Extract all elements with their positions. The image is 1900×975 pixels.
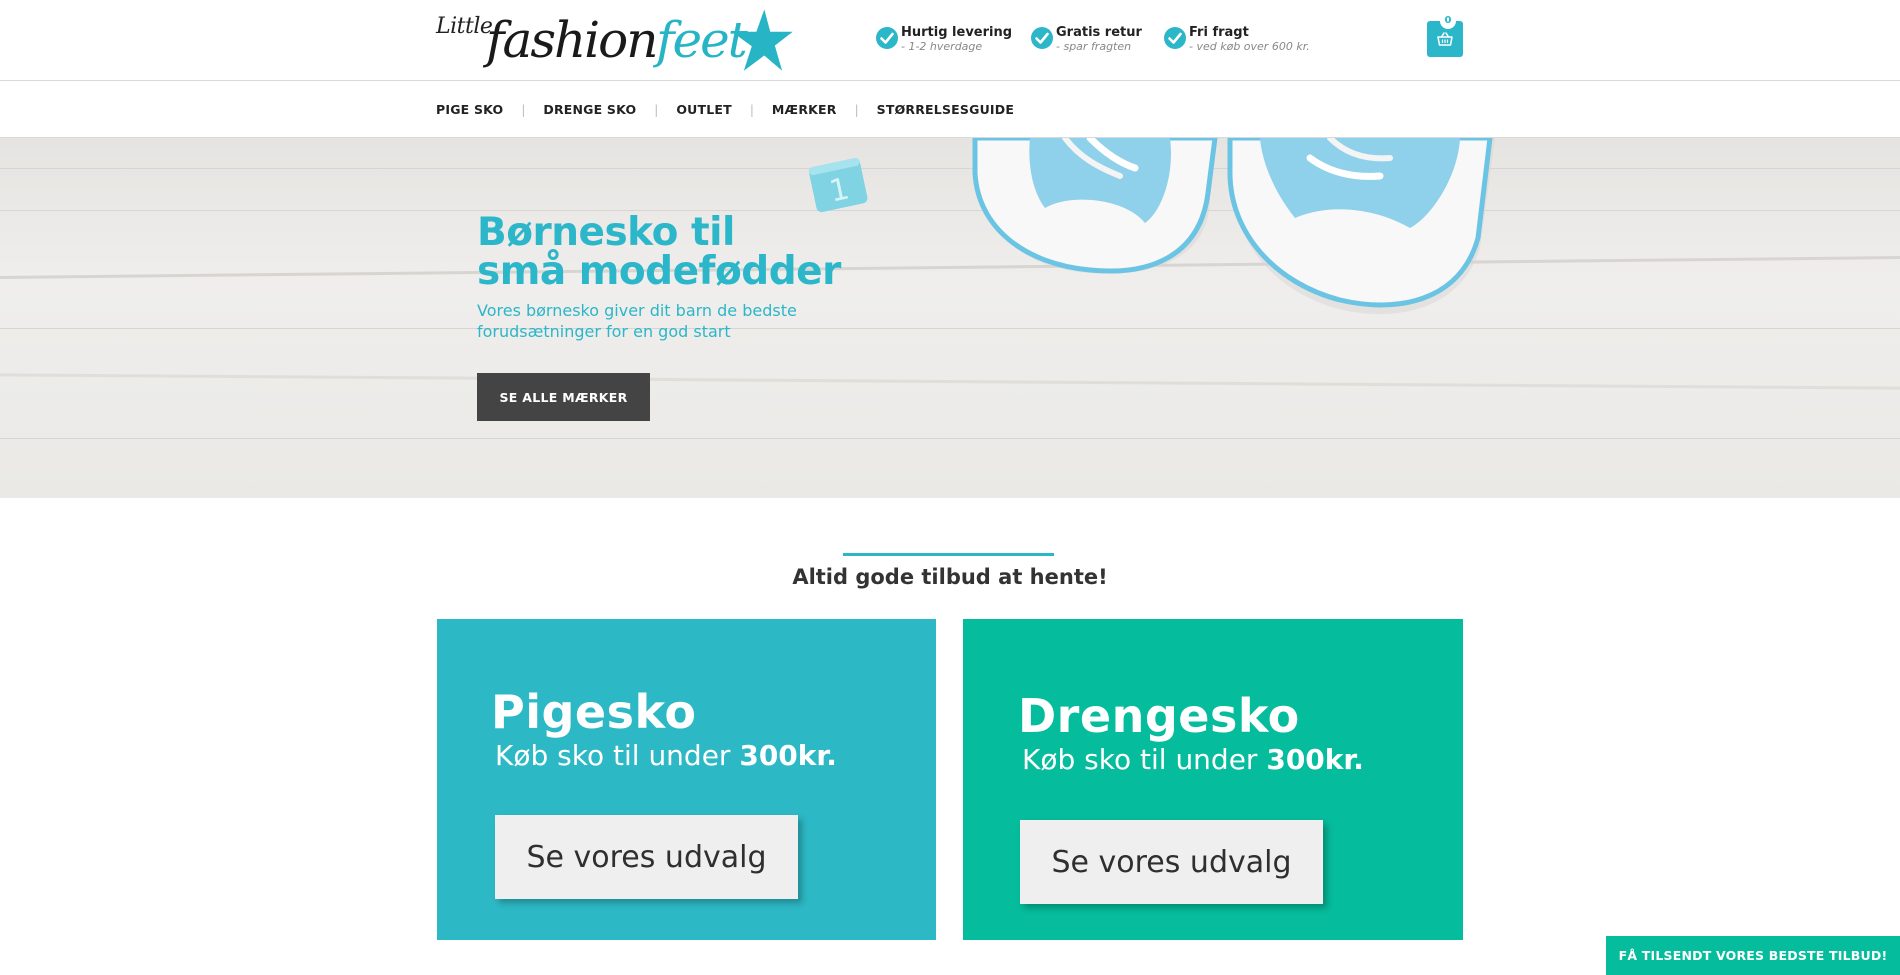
check-circle-icon bbox=[1164, 27, 1186, 49]
see-selection-button[interactable]: Se vores udvalg bbox=[1020, 820, 1323, 904]
right-shoe bbox=[1227, 138, 1495, 315]
nav-item-pige-sko[interactable]: PIGE SKO bbox=[436, 102, 503, 117]
usp-title: Fri fragt bbox=[1189, 25, 1249, 40]
logo[interactable]: Little fashion feet bbox=[436, 6, 796, 74]
nav-separator: | bbox=[854, 102, 859, 117]
section-divider-line bbox=[843, 553, 1054, 556]
hero-subtitle: Vores børnesko giver dit barn de bedste … bbox=[477, 301, 797, 341]
baby-shoes-image: 1 bbox=[808, 138, 1495, 315]
left-shoe bbox=[972, 138, 1218, 274]
promo-subtitle: Køb sko til under 300kr. bbox=[495, 739, 837, 772]
check-circle-icon bbox=[1031, 27, 1053, 49]
promo-title: Pigesko bbox=[491, 685, 697, 739]
nav-item-drenge-sko[interactable]: DRENGE SKO bbox=[543, 102, 636, 117]
logo-fashion-text: fashion bbox=[486, 11, 658, 69]
nav-list: PIGE SKO | DRENGE SKO | OUTLET | MÆRKER … bbox=[436, 81, 1014, 138]
newsletter-signup-button[interactable]: FÅ TILSENDT VORES BEDSTE TILBUD! bbox=[1606, 936, 1900, 975]
cart-count-badge: 0 bbox=[1440, 13, 1456, 29]
hero-banner: 1 Børnesko til små modefødder Vores børn… bbox=[0, 138, 1900, 498]
check-circle-icon bbox=[876, 27, 898, 49]
usp-title: Hurtig levering bbox=[901, 25, 1013, 40]
hero-title: Børnesko til små modefødder bbox=[477, 213, 897, 291]
promo-card-pigesko[interactable]: Pigesko Køb sko til under 300kr. Se vore… bbox=[437, 619, 936, 940]
usp-subtitle: - spar fragten bbox=[1056, 40, 1132, 53]
promo-subtitle: Køb sko til under 300kr. bbox=[1022, 743, 1364, 776]
promo-card-drengesko[interactable]: Drengesko Køb sko til under 300kr. Se vo… bbox=[963, 619, 1463, 940]
star-icon bbox=[731, 9, 793, 71]
hero-title-line2: små modefødder bbox=[477, 249, 841, 294]
usp-title: Gratis retur bbox=[1056, 25, 1142, 40]
promo-price: 300kr. bbox=[1266, 743, 1364, 776]
promo-price: 300kr. bbox=[739, 739, 837, 772]
site-header: Little fashion feet Hurtig levering - 1-… bbox=[0, 0, 1900, 81]
nav-item-maerker[interactable]: MÆRKER bbox=[772, 102, 837, 117]
promo-subtitle-prefix: Køb sko til under bbox=[1022, 743, 1267, 776]
usp-subtitle: - 1-2 hverdage bbox=[901, 40, 983, 53]
promo-title: Drengesko bbox=[1018, 689, 1300, 743]
promo-subtitle-prefix: Køb sko til under bbox=[495, 739, 740, 772]
nav-item-outlet[interactable]: OUTLET bbox=[676, 102, 732, 117]
basket-icon bbox=[1437, 32, 1453, 46]
nav-separator: | bbox=[521, 102, 526, 117]
see-all-brands-button[interactable]: SE ALLE MÆRKER bbox=[477, 373, 650, 421]
nav-separator: | bbox=[654, 102, 659, 117]
nav-item-stoerrelsesguide[interactable]: STØRRELSESGUIDE bbox=[877, 102, 1014, 117]
nav-separator: | bbox=[749, 102, 754, 117]
usp-subtitle: - ved køb over 600 kr. bbox=[1189, 40, 1310, 53]
see-selection-button[interactable]: Se vores udvalg bbox=[495, 815, 798, 899]
offers-heading: Altid gode tilbud at hente! bbox=[792, 565, 1108, 589]
logo-little-text: Little bbox=[436, 14, 493, 39]
toy-block: 1 bbox=[808, 157, 868, 213]
main-navigation: PIGE SKO | DRENGE SKO | OUTLET | MÆRKER … bbox=[0, 81, 1900, 138]
